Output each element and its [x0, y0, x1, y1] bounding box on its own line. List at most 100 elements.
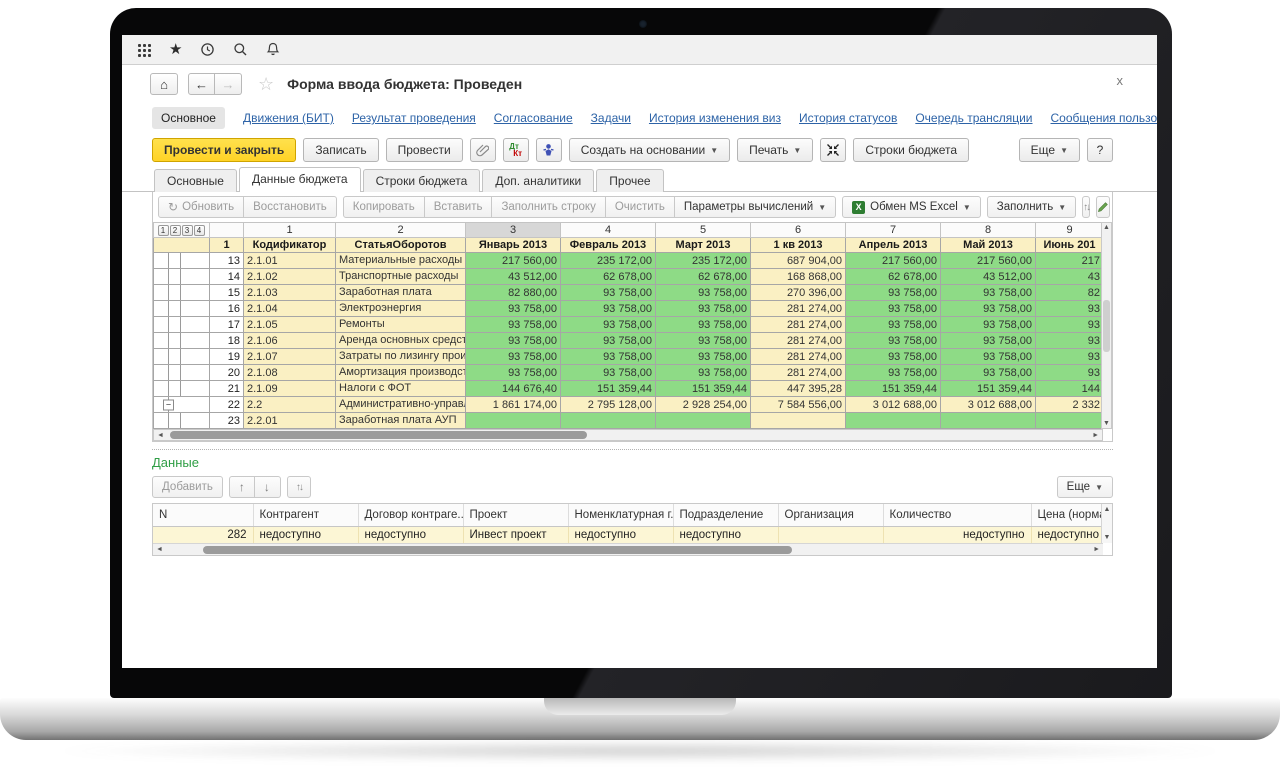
search-icon[interactable] — [233, 42, 248, 57]
value-cell[interactable]: 235 172,00 — [656, 253, 751, 269]
value-cell[interactable]: 281 274,00 — [751, 365, 846, 381]
restore-button[interactable]: Восстановить — [244, 196, 337, 218]
column-header-cell[interactable]: Февраль 2013 — [561, 238, 656, 253]
create-based-on-button[interactable]: Создать на основании▼ — [569, 138, 730, 162]
column-number-cell[interactable] — [210, 223, 244, 238]
column-header-cell[interactable]: Май 2013 — [941, 238, 1036, 253]
column-number-cell[interactable]: 6 — [751, 223, 846, 238]
value-cell[interactable]: 3 012 688,00 — [846, 397, 941, 413]
apps-menu-icon[interactable] — [137, 43, 151, 57]
value-cell[interactable]: 93 758,00 — [466, 365, 561, 381]
value-cell[interactable]: 93 758,00 — [941, 349, 1036, 365]
code-cell[interactable]: 2.1.07 — [244, 349, 336, 365]
value-cell[interactable]: 93 758,00 — [846, 349, 941, 365]
value-cell[interactable]: 93 758,00 — [941, 301, 1036, 317]
row-number-cell[interactable]: 22 — [210, 397, 244, 413]
value-cell[interactable]: 7 584 556,00 — [751, 397, 846, 413]
column-number-cell[interactable]: 3 — [466, 223, 561, 238]
value-cell[interactable]: 93 758,00 — [846, 365, 941, 381]
section-splitter[interactable] — [152, 449, 1113, 450]
value-cell[interactable]: 93 758,00 — [656, 317, 751, 333]
value-cell[interactable]: 151 359,44 — [941, 381, 1036, 397]
value-cell[interactable]: 235 172,00 — [561, 253, 656, 269]
tab-other[interactable]: Прочее — [596, 169, 663, 192]
nav-link[interactable]: История статусов — [799, 111, 897, 125]
data-cell[interactable]: Инвест проект — [463, 527, 568, 543]
favorite-star-icon[interactable]: ☆ — [258, 75, 274, 93]
home-button[interactable]: ⌂ — [150, 73, 178, 95]
data-sort-button[interactable]: ↑↓ — [287, 476, 311, 498]
row-number-cell[interactable]: 20 — [210, 365, 244, 381]
back-button[interactable]: ← — [188, 73, 215, 95]
group-level-button[interactable]: 1 — [158, 225, 169, 236]
value-cell[interactable]: 93 758,00 — [941, 333, 1036, 349]
help-button[interactable]: ? — [1087, 138, 1113, 162]
code-cell[interactable]: 2.1.04 — [244, 301, 336, 317]
paste-button[interactable]: Вставить — [425, 196, 493, 218]
code-cell[interactable]: 2.2.01 — [244, 413, 336, 429]
column-header-cell[interactable]: Март 2013 — [656, 238, 751, 253]
clear-button[interactable]: Очистить — [606, 196, 675, 218]
article-cell[interactable]: Материальные расходы — [336, 253, 466, 269]
value-cell[interactable]: 82 880,00 — [466, 285, 561, 301]
post-and-close-button[interactable]: Провести и закрыть — [152, 138, 296, 162]
article-cell[interactable]: Заработная плата — [336, 285, 466, 301]
data-column-header[interactable]: Цена (норма — [1031, 504, 1103, 527]
value-cell[interactable]: 62 678,00 — [656, 269, 751, 285]
code-cell[interactable]: 2.2 — [244, 397, 336, 413]
article-cell[interactable]: Ремонты — [336, 317, 466, 333]
value-cell[interactable]: 93 758,00 — [466, 333, 561, 349]
value-cell[interactable]: 93 758,00 — [656, 301, 751, 317]
data-column-header[interactable]: Проект — [463, 504, 568, 527]
nav-item-current[interactable]: Основное — [152, 107, 225, 129]
hscroll-thumb[interactable] — [170, 431, 587, 439]
row-number-cell[interactable]: 18 — [210, 333, 244, 349]
value-cell[interactable]: 281 274,00 — [751, 301, 846, 317]
value-cell[interactable]: 447 395,28 — [751, 381, 846, 397]
value-cell[interactable]: 43 — [1036, 269, 1104, 285]
value-cell[interactable]: 93 758,00 — [466, 349, 561, 365]
code-cell[interactable]: 2.1.09 — [244, 381, 336, 397]
favorites-icon[interactable]: ★ — [169, 42, 182, 57]
code-cell[interactable]: 2.1.01 — [244, 253, 336, 269]
data-column-header[interactable]: Номенклатурная г... — [568, 504, 673, 527]
tab-main[interactable]: Основные — [154, 169, 237, 192]
value-cell[interactable]: 93 — [1036, 301, 1104, 317]
value-cell[interactable]: 281 274,00 — [751, 317, 846, 333]
tab-extra-analytics[interactable]: Доп. аналитики — [482, 169, 594, 192]
data-column-header[interactable]: N — [153, 504, 253, 527]
nav-link[interactable]: Результат проведения — [352, 111, 476, 125]
value-cell[interactable] — [466, 413, 561, 429]
value-cell[interactable]: 93 758,00 — [561, 333, 656, 349]
scroll-up-icon[interactable]: ▲ — [1104, 506, 1111, 513]
group-level-button[interactable]: 3 — [182, 225, 193, 236]
value-cell[interactable]: 151 359,44 — [846, 381, 941, 397]
move-up-button[interactable]: ↑ — [229, 476, 255, 498]
refresh-button[interactable]: ↻Обновить — [158, 196, 244, 218]
row-number-cell[interactable]: 23 — [210, 413, 244, 429]
value-cell[interactable]: 93 758,00 — [561, 301, 656, 317]
value-cell[interactable]: 93 — [1036, 333, 1104, 349]
value-cell[interactable]: 2 928 254,00 — [656, 397, 751, 413]
value-cell[interactable]: 93 — [1036, 349, 1104, 365]
value-cell[interactable]: 1 861 174,00 — [466, 397, 561, 413]
value-cell[interactable] — [1036, 413, 1104, 429]
value-cell[interactable]: 93 758,00 — [846, 301, 941, 317]
data-vscrollbar[interactable]: ▲ ▼ — [1101, 504, 1112, 543]
column-header-cell[interactable]: 1 кв 2013 — [751, 238, 846, 253]
scroll-right-icon[interactable]: ► — [1092, 432, 1099, 439]
vscroll-thumb[interactable] — [1103, 300, 1110, 352]
article-cell[interactable]: Электроэнергия — [336, 301, 466, 317]
close-icon[interactable]: x — [1117, 73, 1124, 88]
data-column-header[interactable]: Количество — [883, 504, 1031, 527]
column-number-cell[interactable]: 9 — [1036, 223, 1104, 238]
value-cell[interactable]: 93 758,00 — [656, 285, 751, 301]
nav-link[interactable]: Задачи — [591, 111, 631, 125]
value-cell[interactable]: 93 758,00 — [941, 317, 1036, 333]
value-cell[interactable]: 43 512,00 — [466, 269, 561, 285]
scroll-up-icon[interactable]: ▲ — [1103, 224, 1110, 231]
scroll-left-icon[interactable]: ◄ — [157, 432, 164, 439]
value-cell[interactable]: 217 560,00 — [466, 253, 561, 269]
budget-vscrollbar[interactable]: ▲ ▼ — [1101, 222, 1112, 429]
attachments-button[interactable] — [470, 138, 496, 162]
